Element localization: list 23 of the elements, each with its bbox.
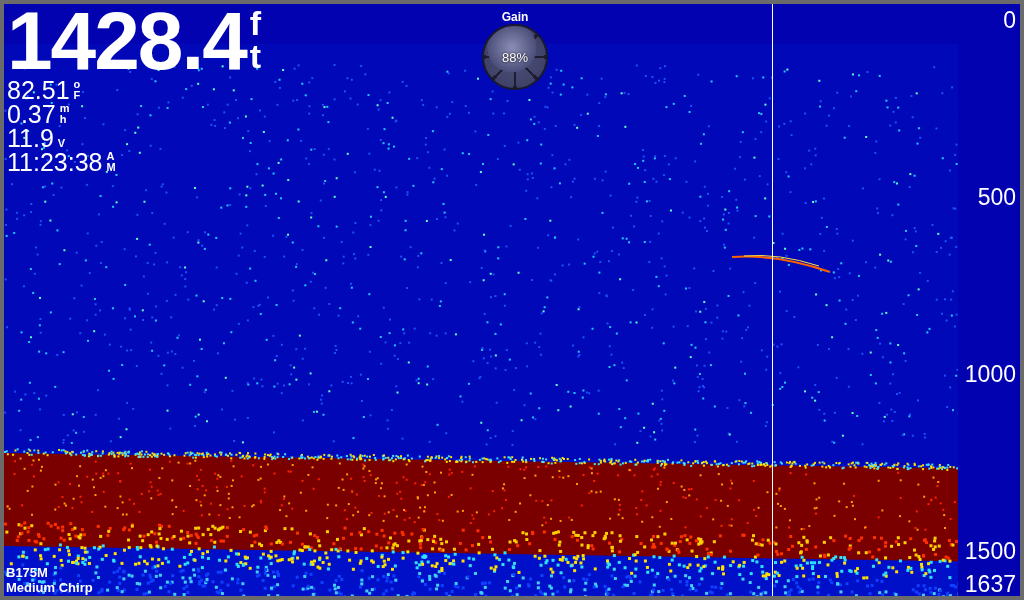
unit-label: V (57, 137, 66, 148)
sensor-reading: 11:23:38 (7, 150, 103, 174)
gain-dial[interactable]: 88% (482, 24, 548, 90)
depth-scale-label: 0 (1003, 8, 1016, 32)
unit-label: A (106, 151, 116, 162)
depth-scale-label: 1000 (964, 362, 1016, 386)
unit-label: t (249, 39, 262, 72)
depth-reading: 1428.4 (7, 4, 246, 78)
unit-label: o (73, 79, 81, 90)
depth-scale-label: 500 (977, 185, 1016, 209)
unit-label: M (106, 161, 116, 172)
sensor-reading: 11.9 (7, 126, 54, 150)
transducer-label: B175M (6, 565, 49, 580)
depth-scale-label: 1637 (964, 572, 1016, 596)
unit-label: f (249, 7, 262, 40)
sensor-reading: 0.37 (7, 102, 56, 126)
depth-scale-label: 1500 (964, 539, 1016, 563)
unit-label: F (73, 89, 81, 100)
sensor-reading: 82.51 (7, 78, 70, 102)
unit-label: m (59, 103, 70, 114)
gain-label: Gain (501, 10, 529, 24)
unit-label: h (59, 113, 68, 124)
frequency-mode-label: Medium Chirp (6, 580, 93, 595)
